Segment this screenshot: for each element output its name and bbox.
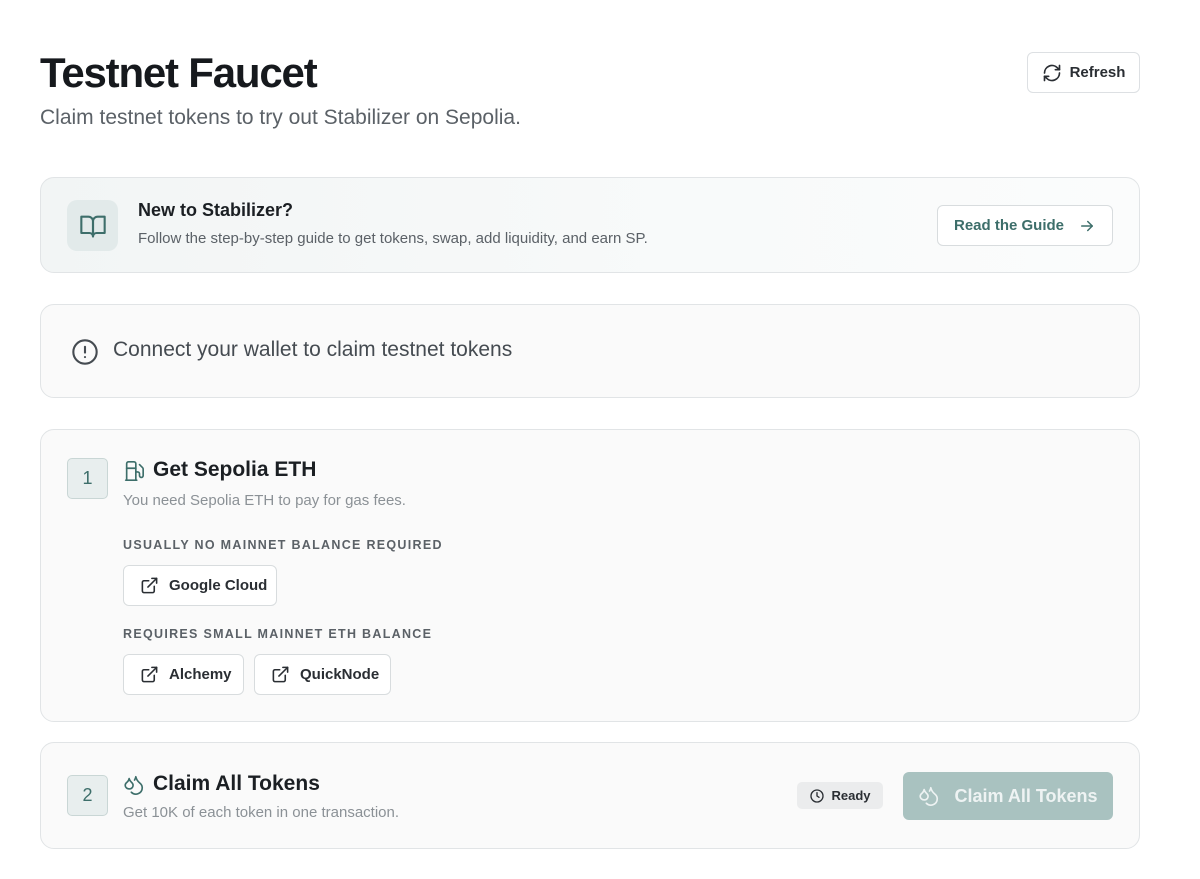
external-link-icon (141, 666, 158, 683)
external-link-icon (141, 577, 158, 594)
external-link-icon (272, 666, 289, 683)
read-guide-label: Read the Guide (953, 217, 1065, 234)
quicknode-faucet-link[interactable]: QuickNode (254, 654, 391, 695)
wallet-notice: Connect your wallet to claim testnet tok… (40, 304, 1140, 398)
claim-all-tokens-label: Claim All Tokens (954, 785, 1098, 806)
droplets-icon (919, 786, 939, 806)
step-claim-all-tokens: 2 Claim All Tokens Get 10K of each token… (40, 742, 1140, 849)
alchemy-faucet-link[interactable]: Alchemy (123, 654, 244, 695)
page-subtitle: Claim testnet tokens to try out Stabiliz… (40, 106, 521, 129)
page-title: Testnet Faucet (40, 49, 318, 96)
step-get-sepolia-eth: 1 Get Sepolia ETH You need Sepolia ETH t… (40, 429, 1140, 722)
refresh-icon (1043, 64, 1060, 81)
claim-all-tokens-button[interactable]: Claim All Tokens (903, 772, 1113, 820)
guide-icon-box (67, 200, 118, 251)
step-number: 1 (67, 458, 108, 499)
wallet-notice-text: Connect your wallet to claim testnet tok… (113, 338, 513, 361)
section-label-no-balance: USUALLY NO MAINNET BALANCE REQUIRED (123, 538, 443, 552)
refresh-label: Refresh (1069, 64, 1126, 81)
read-guide-button[interactable]: Read the Guide (937, 205, 1113, 246)
page-header: Testnet Faucet Claim testnet tokens to t… (40, 48, 1140, 148)
alert-circle-icon (72, 339, 98, 365)
clock-icon (810, 788, 825, 803)
step-title: Claim All Tokens (153, 772, 320, 795)
status-badge: Ready (797, 782, 883, 809)
google-cloud-faucet-link[interactable]: Google Cloud (123, 565, 277, 606)
refresh-button[interactable]: Refresh (1027, 52, 1140, 93)
section-label-small-balance: REQUIRES SMALL MAINNET ETH BALANCE (123, 627, 433, 641)
quicknode-label: QuickNode (300, 666, 380, 683)
alchemy-label: Alchemy (169, 666, 232, 683)
status-label: Ready (831, 788, 871, 803)
step-number: 2 (67, 775, 108, 816)
book-icon (79, 215, 106, 238)
fuel-icon (124, 461, 144, 481)
guide-title: New to Stabilizer? (138, 200, 294, 220)
step-description: Get 10K of each token in one transaction… (123, 804, 400, 821)
guide-description: Follow the step-by-step guide to get tok… (138, 230, 648, 247)
arrow-right-icon (1081, 220, 1094, 231)
guide-banner: New to Stabilizer? Follow the step-by-st… (40, 177, 1140, 273)
google-cloud-label: Google Cloud (169, 577, 268, 594)
step-description: You need Sepolia ETH to pay for gas fees… (123, 492, 406, 509)
step-title: Get Sepolia ETH (153, 458, 317, 481)
droplets-icon (124, 775, 144, 795)
